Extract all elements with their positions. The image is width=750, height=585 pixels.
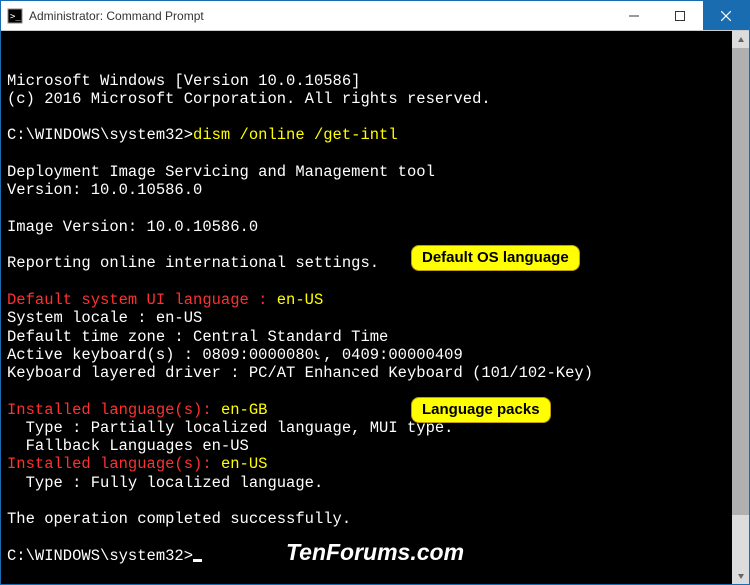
default-ui-lang-label: Default system UI language : xyxy=(7,291,277,309)
scrollbar-thumb[interactable] xyxy=(732,48,749,515)
close-button[interactable] xyxy=(703,1,749,30)
terminal-output: Microsoft Windows [Version 10.0.10586] (… xyxy=(7,72,743,566)
output-line: Image Version: 10.0.10586.0 xyxy=(7,218,258,236)
callout-language-packs: Language packs xyxy=(411,397,551,423)
output-line: Keyboard layered driver : PC/AT Enhanced… xyxy=(7,364,593,382)
output-line: Active keyboard(s) : 0809:00000809, 0409… xyxy=(7,346,463,364)
installed-lang-value: en-US xyxy=(221,455,268,473)
installed-lang-label: Installed language(s): xyxy=(7,455,221,473)
scroll-down-button[interactable] xyxy=(732,567,749,584)
window-controls xyxy=(611,1,749,30)
watermark: TenForums.com xyxy=(286,539,464,566)
callout-text: Language packs xyxy=(422,401,540,418)
cmd-icon: >_ xyxy=(7,8,23,24)
output-line: Type : Fully localized language. xyxy=(7,474,323,492)
callout-default-os-language: Default OS language xyxy=(411,245,580,271)
output-line: Microsoft Windows [Version 10.0.10586] xyxy=(7,72,360,90)
vertical-scrollbar[interactable] xyxy=(732,31,749,584)
minimize-button[interactable] xyxy=(611,1,657,30)
command-prompt-window: >_ Administrator: Command Prompt Microso… xyxy=(0,0,750,585)
scroll-up-button[interactable] xyxy=(732,31,749,48)
default-ui-lang-value: en-US xyxy=(277,291,324,309)
output-line: System locale : en-US xyxy=(7,309,202,327)
output-line: Deployment Image Servicing and Managemen… xyxy=(7,163,435,181)
output-line: Version: 10.0.10586.0 xyxy=(7,181,202,199)
output-line: Type : Partially localized language, MUI… xyxy=(7,419,453,437)
output-line: Fallback Languages en-US xyxy=(7,437,249,455)
callout-text: Default OS language xyxy=(422,249,569,266)
output-line: The operation completed successfully. xyxy=(7,510,351,528)
scrollbar-track[interactable] xyxy=(732,48,749,567)
command-text: dism /online /get-intl xyxy=(193,126,398,144)
prompt: C:\WINDOWS\system32> xyxy=(7,126,193,144)
output-line: (c) 2016 Microsoft Corporation. All righ… xyxy=(7,90,491,108)
cursor xyxy=(193,559,202,562)
window-title: Administrator: Command Prompt xyxy=(29,9,611,23)
prompt: C:\WINDOWS\system32> xyxy=(7,547,193,565)
svg-text:>_: >_ xyxy=(10,12,21,22)
maximize-button[interactable] xyxy=(657,1,703,30)
terminal-area[interactable]: Microsoft Windows [Version 10.0.10586] (… xyxy=(1,31,749,584)
output-line: Default time zone : Central Standard Tim… xyxy=(7,328,388,346)
installed-lang-label: Installed language(s): xyxy=(7,401,221,419)
titlebar[interactable]: >_ Administrator: Command Prompt xyxy=(1,1,749,31)
output-line: Reporting online international settings. xyxy=(7,254,379,272)
installed-lang-value: en-GB xyxy=(221,401,268,419)
